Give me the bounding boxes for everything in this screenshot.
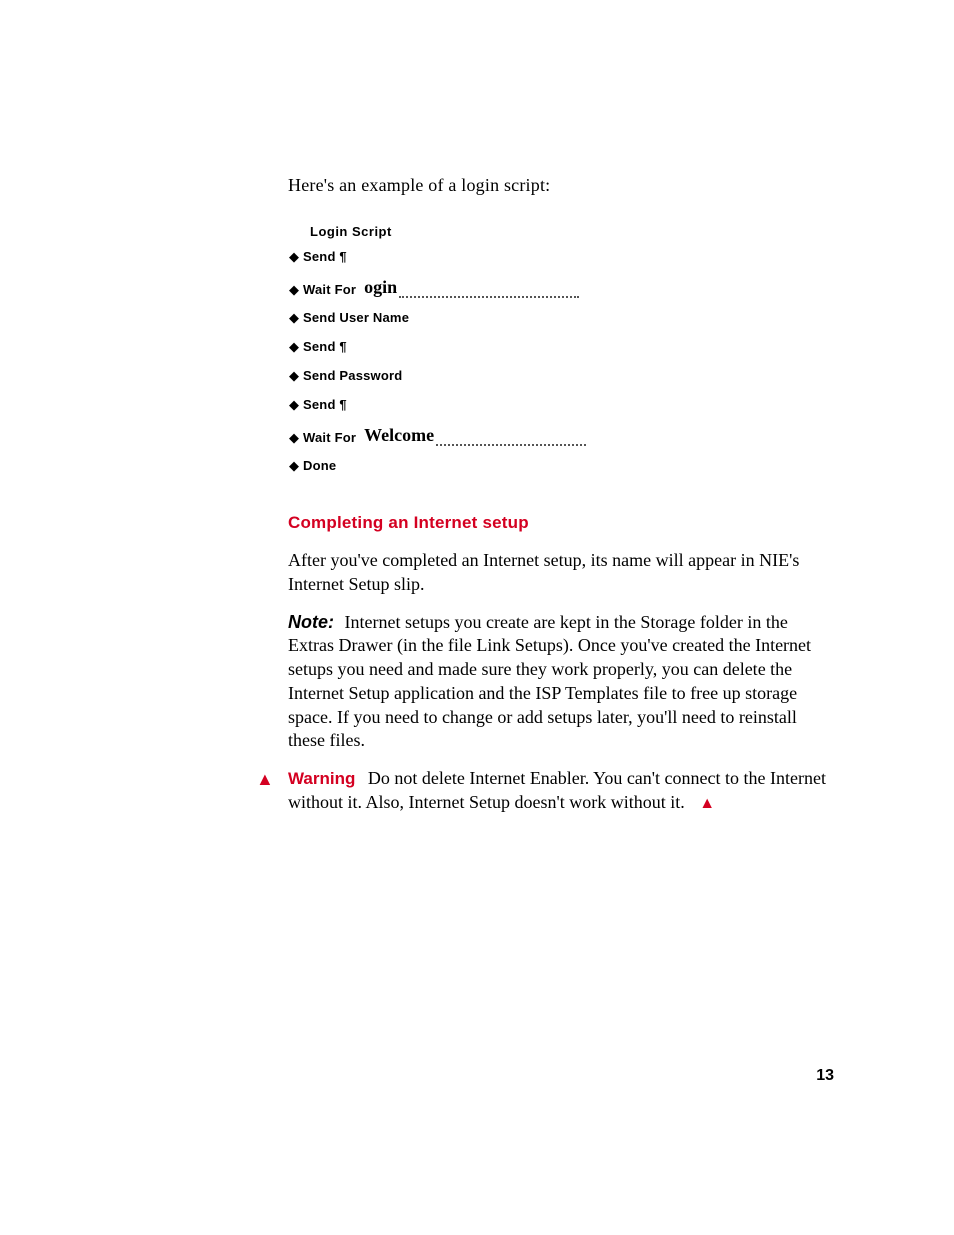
diamond-icon: ◆ — [288, 398, 300, 411]
script-command: Send Password — [303, 368, 402, 383]
diamond-icon: ◆ — [288, 311, 300, 324]
script-command: Done — [303, 458, 336, 473]
body-paragraph: After you've completed an Internet setup… — [288, 549, 834, 597]
script-input-value: Welcome — [360, 426, 438, 444]
diamond-icon: ◆ — [288, 431, 300, 444]
dotted-underline — [399, 295, 579, 298]
diamond-icon: ◆ — [288, 340, 300, 353]
script-row: ◆ Send User Name — [288, 310, 834, 325]
script-command: Wait For — [303, 283, 356, 296]
page: Here's an example of a login script: Log… — [0, 0, 954, 1235]
script-row: ◆ Send Password — [288, 368, 834, 383]
warning-paragraph: Warning Do not delete Internet Enabler. … — [288, 767, 834, 815]
script-command: Send ¶ — [303, 397, 347, 412]
script-row: ◆ Done — [288, 458, 834, 473]
script-command: Send User Name — [303, 310, 409, 325]
diamond-icon: ◆ — [288, 250, 300, 263]
script-command: Send ¶ — [303, 249, 347, 264]
login-script-title: Login Script — [310, 224, 834, 239]
warning-label: Warning — [288, 769, 355, 788]
dotted-underline — [436, 443, 586, 446]
diamond-icon: ◆ — [288, 459, 300, 472]
warning-triangle-icon: ▲ — [699, 795, 715, 812]
diamond-icon: ◆ — [288, 283, 300, 296]
script-row: ◆ Send ¶ — [288, 397, 834, 412]
note-paragraph: Note: Internet setups you create are kep… — [288, 611, 834, 754]
note-label: Note: — [288, 612, 334, 632]
page-number: 13 — [816, 1067, 834, 1085]
script-row: ◆ Send ¶ — [288, 339, 834, 354]
script-command: Wait For — [303, 431, 356, 444]
script-row: ◆ Wait For Welcome — [288, 426, 834, 444]
script-command: Send ¶ — [303, 339, 347, 354]
script-row: ◆ Send ¶ — [288, 249, 834, 264]
login-script-panel: Login Script ◆ Send ¶ ◆ Wait For ogin ◆ … — [288, 224, 834, 473]
section-heading: Completing an Internet setup — [288, 513, 834, 533]
warning-triangle-icon: ▲ — [256, 769, 274, 790]
intro-text: Here's an example of a login script: — [288, 175, 834, 196]
script-row: ◆ Wait For ogin — [288, 278, 834, 296]
warning-block: ▲ Warning Do not delete Internet Enabler… — [288, 767, 834, 815]
warning-text: Do not delete Internet Enabler. You can'… — [288, 768, 826, 812]
script-input-value: ogin — [360, 278, 401, 296]
diamond-icon: ◆ — [288, 369, 300, 382]
note-text: Internet setups you create are kept in t… — [288, 612, 811, 751]
